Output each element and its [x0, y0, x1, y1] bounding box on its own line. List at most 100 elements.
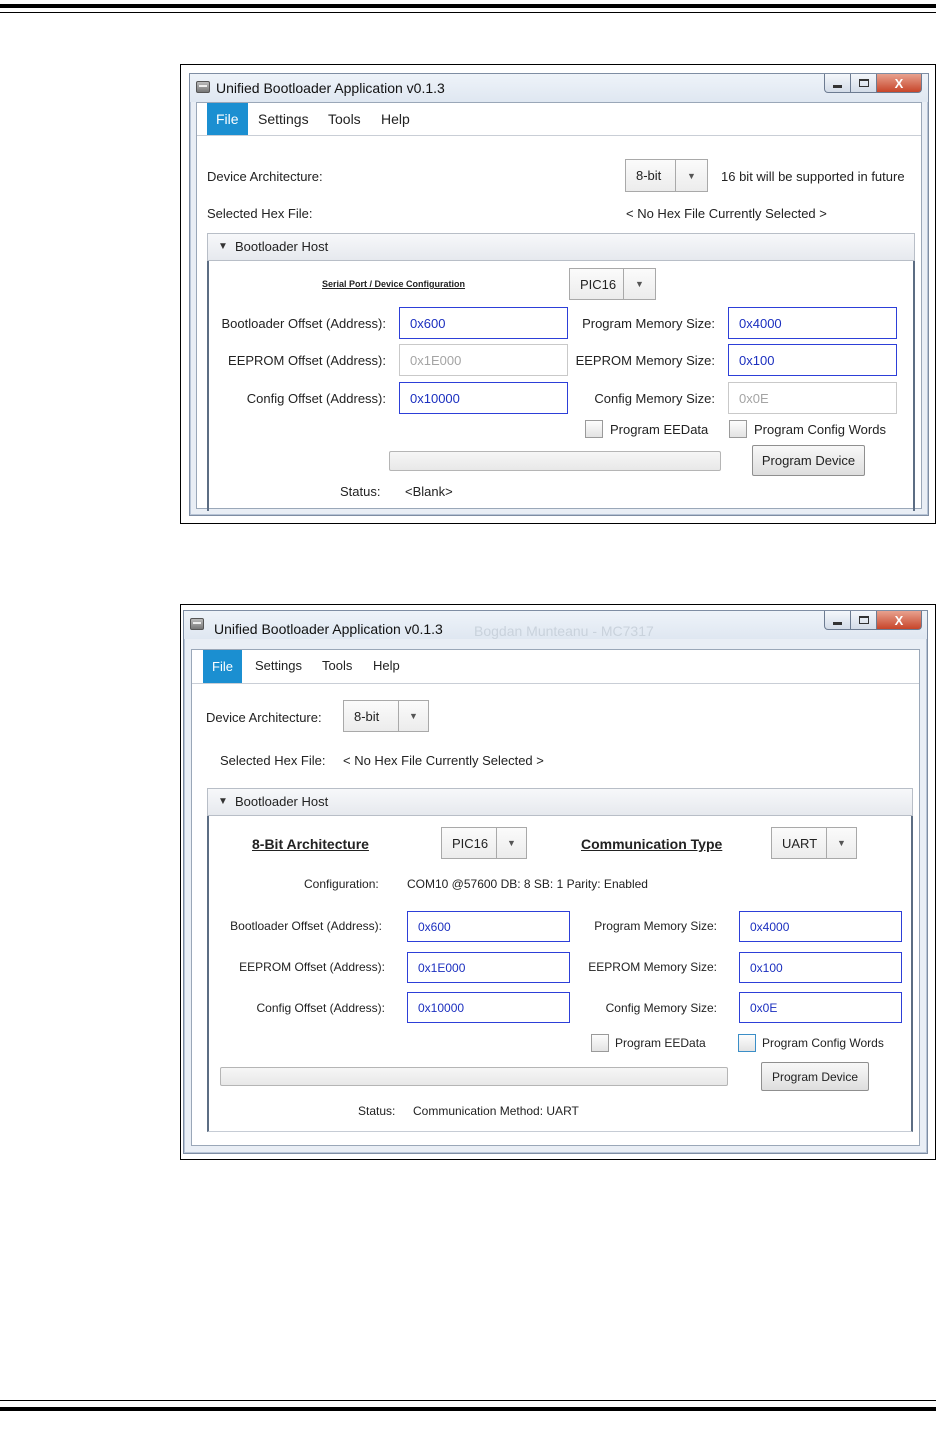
status-label: Status: — [340, 484, 381, 499]
config-offset-label: Config Offset (Address): — [246, 391, 386, 406]
configuration-value: COM10 @57600 DB: 8 SB: 1 Parity: Enabled — [407, 877, 648, 891]
close-icon: X — [894, 75, 904, 91]
title-bar[interactable]: Unified Bootloader Application v0.1.3 X — [190, 74, 928, 102]
close-icon: X — [894, 612, 904, 628]
config-memory-size-input[interactable]: 0x0E — [739, 992, 902, 1023]
config-offset-input[interactable]: 0x10000 — [399, 382, 568, 414]
menu-bar: File Settings Tools Help — [197, 103, 921, 136]
hex-file-label: Selected Hex File: — [220, 753, 326, 768]
eeprom-memory-size-label: EEPROM Memory Size: — [588, 960, 717, 974]
bootloader-host-panel: 8-Bit Architecture PIC16 ▼ Communication… — [207, 816, 913, 1132]
bootloader-host-expander[interactable]: ▼ Bootloader Host — [207, 233, 915, 261]
page-bottom-rule-thick — [0, 1407, 936, 1411]
eeprom-offset-input[interactable]: 0x1E000 — [399, 344, 568, 376]
eeprom-offset-label: EEPROM Offset (Address): — [228, 353, 386, 368]
device-architecture-label: Device Architecture: — [207, 169, 323, 184]
menu-bar: File Settings Tools Help — [192, 650, 919, 684]
config-memory-size-label: Config Memory Size: — [605, 1001, 717, 1015]
device-architecture-value: 8-bit — [626, 160, 676, 191]
hex-file-value: < No Hex File Currently Selected > — [626, 206, 827, 221]
program-eedata-label: Program EEData — [610, 422, 709, 437]
close-button[interactable]: X — [877, 611, 922, 630]
expander-arrow-icon: ▼ — [218, 241, 228, 252]
comm-type-label: Communication Type — [581, 836, 723, 852]
program-memory-size-label: Program Memory Size: — [582, 316, 715, 331]
window-title: Unified Bootloader Application v0.1.3 — [214, 621, 443, 637]
device-family-combo[interactable]: PIC16 ▼ — [569, 268, 656, 300]
minimize-button[interactable] — [824, 74, 851, 93]
program-config-words-checkbox[interactable] — [729, 420, 747, 438]
device-architecture-label: Device Architecture: — [206, 710, 322, 725]
status-value: <Blank> — [405, 484, 453, 499]
program-config-words-checkbox[interactable] — [738, 1034, 756, 1052]
chevron-down-icon: ▼ — [687, 170, 696, 181]
device-family-value: PIC16 — [570, 269, 624, 299]
figure-frame-1: Unified Bootloader Application v0.1.3 X … — [180, 64, 936, 524]
menu-help[interactable]: Help — [364, 650, 409, 682]
title-bar[interactable]: Unified Bootloader Application v0.1.3 Bo… — [184, 611, 927, 639]
program-memory-size-input[interactable]: 0x4000 — [739, 911, 902, 942]
app-window-1: Unified Bootloader Application v0.1.3 X … — [189, 73, 929, 516]
figure-frame-2: Unified Bootloader Application v0.1.3 Bo… — [180, 604, 936, 1160]
config-memory-size-input[interactable]: 0x0E — [728, 382, 897, 414]
program-eedata-label: Program EEData — [615, 1036, 706, 1050]
architecture-label: 8-Bit Architecture — [252, 836, 369, 852]
expander-arrow-icon: ▼ — [218, 796, 228, 807]
progress-bar — [389, 451, 721, 471]
eeprom-memory-size-input[interactable]: 0x100 — [739, 952, 902, 983]
menu-tools[interactable]: Tools — [313, 650, 361, 682]
page-bottom-rule-thin — [0, 1400, 936, 1401]
bootloader-host-panel: Serial Port / Device Configuration PIC16… — [207, 261, 915, 511]
status-label: Status: — [358, 1104, 396, 1118]
device-architecture-combo[interactable]: 8-bit ▼ — [625, 159, 708, 192]
program-eedata-checkbox[interactable] — [591, 1034, 609, 1052]
bootloader-host-expander[interactable]: ▼ Bootloader Host — [207, 788, 913, 816]
bootloader-host-header: Bootloader Host — [235, 239, 329, 254]
menu-file[interactable]: File — [203, 650, 242, 683]
client-area: File Settings Tools Help Device Architec… — [191, 649, 920, 1146]
program-device-button[interactable]: Program Device — [761, 1062, 869, 1091]
page-top-rule-thin — [0, 12, 936, 13]
app-window-2: Unified Bootloader Application v0.1.3 Bo… — [183, 610, 928, 1154]
close-button[interactable]: X — [877, 74, 922, 93]
device-family-combo[interactable]: PIC16 ▼ — [441, 827, 527, 859]
bootloader-offset-input[interactable]: 0x600 — [399, 307, 568, 339]
minimize-icon — [833, 84, 842, 88]
minimize-button[interactable] — [824, 611, 851, 630]
bootloader-host-header: Bootloader Host — [235, 794, 329, 809]
eeprom-offset-input[interactable]: 0x1E000 — [407, 952, 570, 983]
chevron-down-icon: ▼ — [837, 838, 846, 848]
minimize-icon — [833, 621, 842, 625]
program-config-words-label: Program Config Words — [762, 1036, 884, 1050]
title-ghost-text: Bogdan Munteanu - MC7317 — [474, 623, 654, 639]
config-memory-size-label: Config Memory Size: — [594, 391, 715, 406]
maximize-icon — [858, 79, 869, 87]
serial-config-label[interactable]: Serial Port / Device Configuration — [322, 279, 465, 289]
status-value: Communication Method: UART — [413, 1104, 579, 1118]
program-eedata-checkbox[interactable] — [585, 420, 603, 438]
device-architecture-value: 8-bit — [344, 701, 399, 731]
menu-settings[interactable]: Settings — [246, 650, 311, 682]
device-architecture-combo[interactable]: 8-bit ▼ — [343, 700, 429, 732]
maximize-button[interactable] — [851, 74, 877, 93]
bootloader-offset-label: Bootloader Offset (Address): — [230, 919, 382, 933]
program-memory-size-input[interactable]: 0x4000 — [728, 307, 897, 339]
menu-help[interactable]: Help — [372, 103, 419, 135]
config-offset-input[interactable]: 0x10000 — [407, 992, 570, 1023]
client-area: File Settings Tools Help Device Architec… — [196, 102, 922, 511]
bootloader-offset-input[interactable]: 0x600 — [407, 911, 570, 942]
program-device-button[interactable]: Program Device — [752, 445, 865, 476]
window-title: Unified Bootloader Application v0.1.3 — [216, 80, 445, 96]
menu-settings[interactable]: Settings — [249, 103, 318, 135]
comm-type-value: UART — [772, 828, 827, 858]
architecture-note: 16 bit will be supported in future — [721, 169, 905, 184]
eeprom-memory-size-input[interactable]: 0x100 — [728, 344, 897, 376]
maximize-button[interactable] — [851, 611, 877, 630]
bootloader-offset-label: Bootloader Offset (Address): — [221, 316, 386, 331]
chevron-down-icon: ▼ — [409, 711, 418, 721]
menu-tools[interactable]: Tools — [319, 103, 370, 135]
hex-file-label: Selected Hex File: — [207, 206, 313, 221]
comm-type-combo[interactable]: UART ▼ — [771, 827, 857, 859]
chevron-down-icon: ▼ — [507, 838, 516, 848]
menu-file[interactable]: File — [207, 103, 248, 135]
